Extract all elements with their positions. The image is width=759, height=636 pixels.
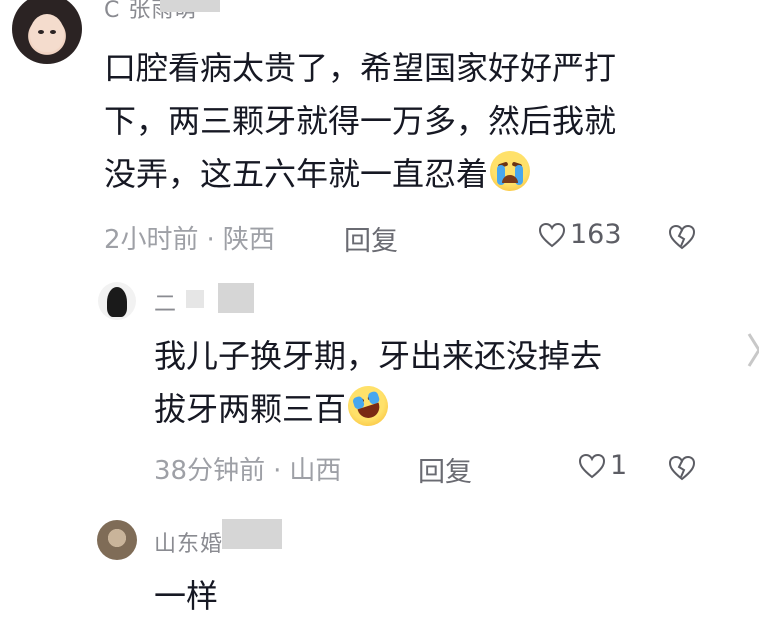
comment-line: 口腔看病太贵了，希望国家好好严打 [104, 49, 617, 87]
username-redaction [222, 519, 282, 549]
like-button[interactable]: 163 [538, 219, 622, 250]
avatar[interactable] [98, 282, 136, 320]
broken-heart-icon[interactable] [668, 455, 696, 481]
username-redaction [186, 290, 204, 308]
comment-time: 38分钟前 [154, 456, 266, 486]
username-redaction [160, 0, 220, 12]
comment-username[interactable]: 二 [154, 286, 177, 318]
chevron-right-icon [747, 333, 759, 367]
comment-line: 没弄，这五六年就一直忍着 [104, 148, 616, 201]
username-redaction [218, 283, 254, 313]
comment-username[interactable]: 山东婚 [154, 526, 223, 558]
like-count: 1 [610, 450, 628, 481]
comment-location: 陕西 [222, 225, 275, 255]
comment-line: 一样 [154, 577, 219, 615]
comment-line-text: 拔牙两颗三百 [154, 390, 347, 428]
heart-icon [578, 453, 606, 478]
meta-separator: · [273, 456, 282, 486]
rolling-laughing-face-icon [342, 380, 394, 432]
avatar-figure [107, 287, 127, 317]
broken-heart-icon[interactable] [668, 224, 696, 250]
avatar-eye [38, 30, 44, 34]
reply-button[interactable]: 回复 [344, 219, 398, 258]
avatar-eye [50, 30, 56, 34]
meta-separator: · [206, 225, 215, 255]
reply-button[interactable]: 回复 [418, 450, 472, 489]
comment-time: 2小时前 [104, 225, 199, 255]
comment-meta: 38分钟前 · 山西 [154, 450, 341, 487]
comment-line: 下，两三颗牙就得一万多，然后我就 [104, 102, 617, 140]
avatar[interactable] [97, 520, 137, 560]
comment-text: 一样 [154, 570, 218, 623]
like-count: 163 [570, 219, 622, 250]
comment-text: 口腔看病太贵了，希望国家好好严打 下，两三颗牙就得一万多，然后我就 没弄，这五六… [104, 42, 616, 201]
comment-line: 我儿子换牙期，牙出来还没掉去 [154, 337, 603, 375]
comment-line: 拔牙两颗三百 [154, 380, 602, 436]
avatar[interactable] [12, 0, 82, 64]
like-button[interactable]: 1 [578, 450, 627, 481]
crying-face-icon [490, 151, 531, 191]
avatar-face [30, 14, 64, 52]
heart-icon [538, 222, 566, 247]
comment-meta: 2小时前 · 陕西 [104, 219, 275, 256]
comment-line-text: 没弄，这五六年就一直忍着 [104, 155, 489, 193]
comment-location: 山西 [289, 456, 342, 486]
comment-text: 我儿子换牙期，牙出来还没掉去 拔牙两颗三百 [154, 330, 602, 436]
